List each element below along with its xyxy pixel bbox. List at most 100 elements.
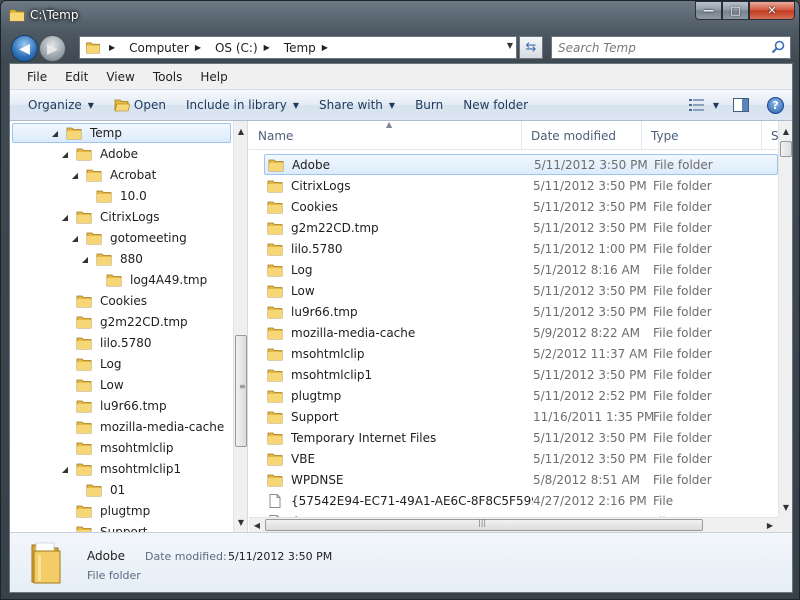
file-row[interactable]: Support 11/16/2011 1:35 PM File folder	[264, 406, 778, 427]
tree-item[interactable]: Cookies	[60, 291, 147, 311]
scroll-up-arrow-icon[interactable]: ▲	[234, 123, 247, 139]
file-row[interactable]: lu9r66.tmp 5/11/2012 3:50 PM File folder	[264, 301, 778, 322]
preview-pane-icon[interactable]	[733, 98, 749, 112]
file-row[interactable]: Cookies 5/11/2012 3:50 PM File folder	[264, 196, 778, 217]
file-row[interactable]: plugtmp 5/11/2012 2:52 PM File folder	[264, 385, 778, 406]
address-dropdown-icon[interactable]: ▼	[507, 41, 513, 50]
organize-button[interactable]: Organize ▼	[18, 98, 104, 112]
breadcrumb-computer[interactable]: Computer	[129, 41, 189, 55]
tree-item[interactable]: 01	[70, 480, 125, 500]
search-box[interactable]	[551, 36, 791, 59]
file-row[interactable]: mozilla-media-cache 5/9/2012 8:22 AM File …	[264, 322, 778, 343]
breadcrumb-arrow[interactable]: ▶	[322, 43, 336, 52]
expand-arrow-icon[interactable]: ◢	[60, 465, 70, 474]
menu-file[interactable]: File	[18, 70, 56, 84]
file-row[interactable]: {57542E94-EC71-49A1-AE6C-8F8C5F5993... 4/…	[264, 490, 778, 511]
menu-tools[interactable]: Tools	[144, 70, 192, 84]
burn-button[interactable]: Burn	[405, 98, 453, 112]
scrollbar-thumb[interactable]: |||	[265, 518, 703, 531]
file-row[interactable]: msohtmlclip 5/2/2012 11:37 AM File folder	[264, 343, 778, 364]
tree-item[interactable]: 10.0	[80, 186, 147, 206]
breadcrumb-root-arrow[interactable]: ▶	[109, 43, 123, 52]
column-name-label: Name	[258, 128, 294, 143]
tree-item-label: Support	[100, 525, 148, 532]
expand-arrow-icon[interactable]: ◢	[80, 255, 90, 264]
file-row[interactable]: Log 5/1/2012 8:16 AM File folder	[264, 259, 778, 280]
refresh-icon: ⇆	[525, 40, 537, 55]
share-with-button[interactable]: Share with ▼	[309, 98, 405, 112]
chevron-right-icon: ▶	[109, 43, 116, 52]
tree-item[interactable]: Low	[60, 375, 124, 395]
close-button[interactable]: ✕	[749, 1, 795, 20]
expand-arrow-icon[interactable]: ◢	[50, 129, 60, 138]
maximize-button[interactable]: □	[722, 1, 749, 20]
breadcrumb-arrow[interactable]: ▶	[195, 43, 209, 52]
scroll-right-arrow-icon[interactable]: ▶	[763, 517, 777, 532]
file-row[interactable]: VBE 5/11/2012 3:50 PM File folder	[264, 448, 778, 469]
tree-item[interactable]: lilo.5780	[60, 333, 152, 353]
column-type-label: Type	[651, 128, 679, 143]
folder-icon	[96, 252, 112, 266]
title-bar[interactable]: C:\Temp — □ ✕	[1, 1, 799, 31]
menu-edit[interactable]: Edit	[56, 70, 97, 84]
tree-item[interactable]: log4A49.tmp	[90, 270, 207, 290]
menu-help[interactable]: Help	[191, 70, 236, 84]
open-button[interactable]: Open	[104, 98, 176, 112]
navigation-pane-scrollbar[interactable]: ▲ ≡ ▼	[233, 121, 247, 532]
tree-item[interactable]: lu9r66.tmp	[60, 396, 167, 416]
refresh-button[interactable]: ⇆	[519, 36, 543, 59]
scroll-down-arrow-icon[interactable]: ▼	[779, 499, 792, 515]
tree-item[interactable]: plugtmp	[60, 501, 150, 521]
scroll-left-arrow-icon[interactable]: ◀	[250, 517, 264, 532]
breadcrumb-drive[interactable]: OS (C:)	[215, 41, 258, 55]
file-list-vertical-scrollbar[interactable]: ▲ ▼	[778, 121, 792, 517]
scroll-down-arrow-icon[interactable]: ▼	[234, 514, 247, 530]
tree-item[interactable]: ◢ msohtmlclip1	[60, 459, 181, 479]
tree-item[interactable]: ◢ Acrobat	[70, 165, 156, 185]
file-row[interactable]: g2m22CD.tmp 5/11/2012 3:50 PM File folder	[264, 217, 778, 238]
tree-item[interactable]: Support	[60, 522, 147, 532]
tree-item[interactable]: ◢ CitrixLogs	[60, 207, 160, 227]
file-row[interactable]: WPDNSE 5/8/2012 8:51 AM File folder	[264, 469, 778, 490]
scrollbar-thumb[interactable]: ≡	[235, 335, 247, 447]
scrollbar-thumb[interactable]	[780, 141, 792, 157]
tree-item[interactable]: Log	[60, 354, 121, 374]
expand-arrow-icon[interactable]: ◢	[70, 171, 80, 180]
file-row[interactable]: Low 5/11/2012 3:50 PM File folder	[264, 280, 778, 301]
minimize-button[interactable]: —	[695, 1, 722, 20]
new-folder-button[interactable]: New folder	[453, 98, 538, 112]
file-row[interactable]: Adobe 5/11/2012 3:50 PM File folder	[264, 154, 778, 175]
column-date-modified[interactable]: Date modified	[522, 121, 642, 150]
tree-item[interactable]: ◢ Temp	[50, 123, 122, 143]
tree-item[interactable]: ◢ Adobe	[60, 144, 138, 164]
search-input[interactable]	[558, 38, 768, 58]
breadcrumb-temp[interactable]: Temp	[284, 41, 316, 55]
file-row[interactable]: lilo.5780 5/11/2012 1:00 PM File folder	[264, 238, 778, 259]
breadcrumb-arrow[interactable]: ▶	[264, 43, 278, 52]
include-in-library-button[interactable]: Include in library ▼	[176, 98, 309, 112]
tree-item[interactable]: msohtmlclip	[60, 438, 174, 458]
expand-arrow-icon[interactable]: ◢	[70, 234, 80, 243]
file-row[interactable]: msohtmlclip1 5/11/2012 3:50 PM File folder	[264, 364, 778, 385]
tree-item[interactable]: ◢ gotomeeting	[70, 228, 187, 248]
file-date-modified: 5/11/2012 3:50 PM	[533, 304, 647, 319]
tree-item[interactable]: g2m22CD.tmp	[60, 312, 188, 332]
help-icon[interactable]: ?	[767, 96, 784, 114]
tree-item[interactable]: ◢ 880	[80, 249, 143, 269]
new-folder-label: New folder	[463, 98, 529, 112]
file-list-horizontal-scrollbar[interactable]: ◀ ||| ▶	[249, 517, 778, 532]
forward-button[interactable]: ▶	[39, 35, 66, 62]
column-type[interactable]: Type	[642, 121, 762, 150]
back-button[interactable]: ◀	[11, 35, 38, 62]
change-view-button[interactable]: ▼	[688, 99, 719, 111]
expand-arrow-icon[interactable]: ◢	[60, 213, 70, 222]
scroll-up-arrow-icon[interactable]: ▲	[779, 123, 792, 139]
search-icon[interactable]	[771, 40, 785, 54]
file-row[interactable]: Temporary Internet Files 5/11/2012 3:50 P…	[264, 427, 778, 448]
expand-arrow-icon[interactable]: ◢	[60, 150, 70, 159]
file-type: File folder	[653, 283, 712, 298]
tree-item[interactable]: mozilla-media-cache	[60, 417, 224, 437]
file-row[interactable]: CitrixLogs 5/11/2012 3:50 PM File folder	[264, 175, 778, 196]
address-bar[interactable]: ▶ Computer ▶ OS (C:) ▶ Temp ▶ ▼	[79, 36, 517, 59]
menu-view[interactable]: View	[97, 70, 143, 84]
